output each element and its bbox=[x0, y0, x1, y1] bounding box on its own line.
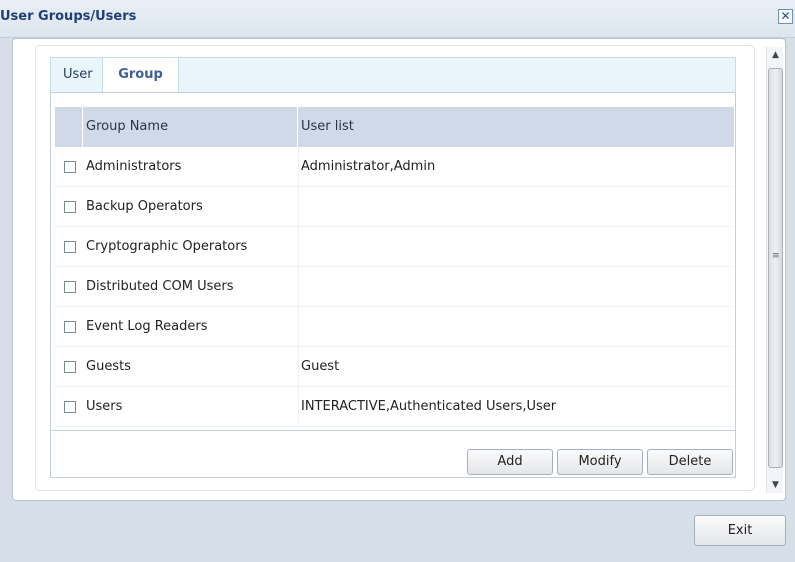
table-row[interactable]: Cryptographic Operators bbox=[55, 227, 734, 267]
row-checkbox[interactable] bbox=[64, 281, 76, 293]
row-checkbox[interactable] bbox=[64, 201, 76, 213]
user-groups-dialog: User Groups/Users ✕ ▲ ≡ ▼ User Group Gro… bbox=[0, 0, 795, 562]
row-checkbox[interactable] bbox=[64, 401, 76, 413]
grip-icon: ≡ bbox=[772, 251, 780, 261]
group-name-cell: Users bbox=[86, 399, 123, 414]
group-table: Group Name User list Administrators Admi… bbox=[50, 92, 736, 431]
table-row[interactable]: Guests Guest bbox=[55, 347, 734, 387]
exit-button[interactable]: Exit bbox=[694, 515, 786, 546]
table-row[interactable]: Event Log Readers bbox=[55, 307, 734, 347]
modify-button[interactable]: Modify bbox=[557, 449, 643, 475]
row-checkbox[interactable] bbox=[64, 361, 76, 373]
table-header: Group Name User list bbox=[55, 107, 734, 147]
user-list-cell: INTERACTIVE,Authenticated Users,User bbox=[301, 399, 557, 414]
user-list-cell: Guest bbox=[301, 359, 340, 374]
group-name-cell: Backup Operators bbox=[86, 199, 203, 214]
dialog-footer bbox=[0, 501, 795, 562]
row-checkbox[interactable] bbox=[64, 241, 76, 253]
delete-button[interactable]: Delete bbox=[647, 449, 733, 475]
table-row[interactable]: Distributed COM Users bbox=[55, 267, 734, 307]
close-icon[interactable]: ✕ bbox=[778, 9, 793, 24]
table-row[interactable]: Users INTERACTIVE,Authenticated Users,Us… bbox=[55, 387, 734, 427]
group-name-cell: Administrators bbox=[86, 159, 182, 174]
tab-user[interactable]: User bbox=[51, 58, 105, 93]
scroll-thumb[interactable]: ≡ bbox=[768, 68, 783, 468]
group-name-cell: Distributed COM Users bbox=[86, 279, 234, 294]
dialog-title: User Groups/Users bbox=[0, 9, 137, 24]
header-user-list[interactable]: User list bbox=[298, 107, 734, 147]
table-row[interactable]: Backup Operators bbox=[55, 187, 734, 227]
add-button[interactable]: Add bbox=[467, 449, 553, 475]
scroll-down-icon[interactable]: ▼ bbox=[767, 477, 784, 493]
table-row[interactable]: Administrators Administrator,Admin bbox=[55, 147, 734, 187]
group-name-cell: Event Log Readers bbox=[86, 319, 208, 334]
title-bar: User Groups/Users ✕ bbox=[0, 0, 795, 38]
tab-bar: User Group bbox=[50, 57, 736, 94]
tab-group[interactable]: Group bbox=[102, 58, 179, 94]
header-checkbox-column bbox=[55, 107, 83, 147]
user-list-cell: Administrator,Admin bbox=[301, 159, 436, 174]
row-checkbox[interactable] bbox=[64, 321, 76, 333]
group-name-cell: Cryptographic Operators bbox=[86, 239, 248, 254]
scroll-up-icon[interactable]: ▲ bbox=[767, 47, 784, 63]
vertical-scrollbar[interactable]: ▲ ≡ ▼ bbox=[766, 47, 783, 493]
row-checkbox[interactable] bbox=[64, 161, 76, 173]
group-name-cell: Guests bbox=[86, 359, 131, 374]
header-group-name[interactable]: Group Name bbox=[83, 107, 298, 147]
